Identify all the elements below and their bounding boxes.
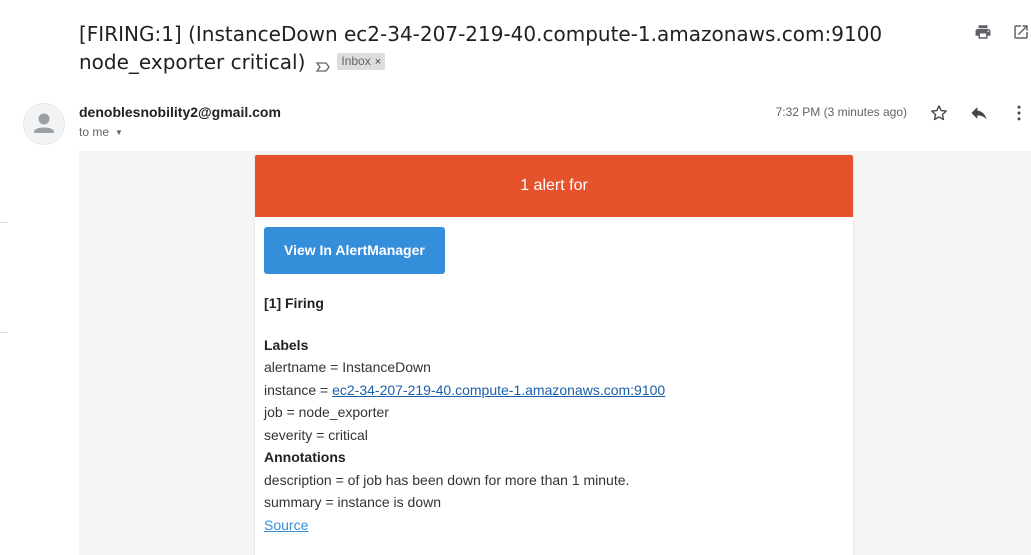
annotation-value: of job has been down for more than 1 min…: [347, 471, 630, 488]
reply-icon[interactable]: [967, 102, 991, 124]
divider: [0, 332, 8, 333]
inbox-label-chip[interactable]: Inbox ×: [337, 53, 386, 70]
open-in-new-window-icon[interactable]: [1011, 22, 1031, 42]
label-value: critical: [328, 426, 368, 443]
annotation-line: summary = instance is down: [264, 494, 442, 510]
recipient-details-toggle[interactable]: to me ▼: [79, 125, 123, 139]
sender-avatar[interactable]: [23, 103, 65, 145]
labels-heading: Labels: [264, 336, 309, 353]
default-avatar-icon: [34, 113, 54, 133]
subject-text: [FIRING:1] (InstanceDown ec2-34-207-219-…: [79, 22, 883, 74]
recipient-text: to me: [79, 125, 110, 139]
email-view: [FIRING:1] (InstanceDown ec2-34-207-219-…: [0, 0, 1031, 555]
label-line: alertname = InstanceDown: [264, 359, 431, 375]
message-actions: [927, 102, 1031, 124]
alert-card: 1 alert for View In AlertManager [1] Fir…: [254, 154, 854, 555]
star-icon[interactable]: [927, 102, 951, 124]
more-vert-icon[interactable]: [1007, 102, 1031, 124]
print-icon[interactable]: [973, 22, 993, 42]
annotations-heading: Annotations: [264, 449, 346, 465]
message-timestamp: 7:32 PM (3 minutes ago): [775, 105, 907, 119]
divider: [0, 222, 8, 223]
label-line: severity = critical: [264, 426, 368, 443]
annotation-line: description = of job has been down for m…: [264, 471, 630, 488]
alert-content: View In AlertManager [1] Firing Labels a…: [255, 217, 853, 546]
importance-marker-icon[interactable]: [315, 54, 331, 72]
view-in-alertmanager-button[interactable]: View In AlertManager: [264, 227, 445, 274]
sender-email[interactable]: denoblesnobility2@gmail.com: [79, 104, 281, 120]
label-value: node_exporter: [298, 404, 389, 420]
annotation-value: instance is down: [337, 494, 442, 510]
email-subject: [FIRING:1] (InstanceDown ec2-34-207-219-…: [79, 20, 939, 76]
caret-down-icon[interactable]: ▼: [115, 128, 123, 137]
label-line: job = node_exporter: [264, 404, 389, 420]
label-value: InstanceDown: [342, 359, 431, 375]
instance-link[interactable]: ec2-34-207-219-40.compute-1.amazonaws.co…: [332, 382, 665, 398]
thread-toolbar: [973, 22, 1031, 42]
source-link[interactable]: Source: [264, 517, 308, 533]
remove-label-icon[interactable]: ×: [375, 56, 381, 68]
inbox-label-text: Inbox: [341, 54, 371, 68]
alert-banner: 1 alert for: [255, 155, 853, 217]
label-line: instance = ec2-34-207-219-40.compute-1.a…: [264, 381, 666, 398]
firing-heading: [1] Firing: [264, 295, 324, 311]
